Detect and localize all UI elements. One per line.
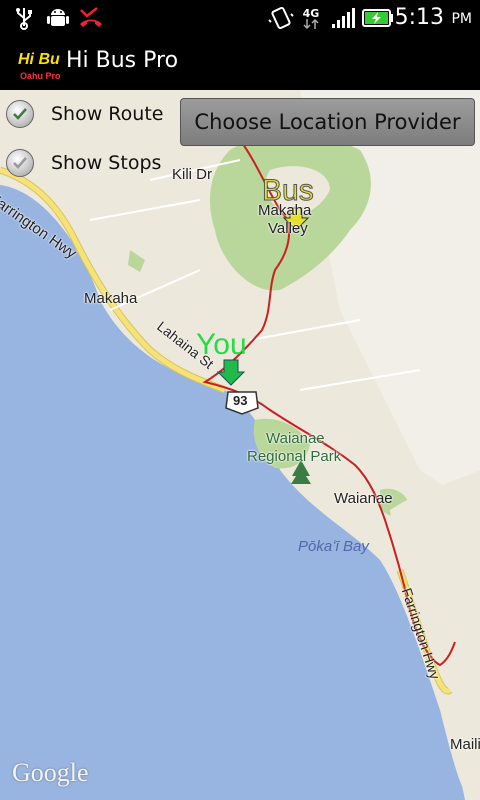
map-label-maili: Maili: [450, 736, 480, 753]
network-type-label: 4G: [302, 6, 320, 20]
show-route-checkbox[interactable]: [6, 100, 34, 128]
app-title: Hi Bus Pro: [66, 48, 179, 73]
svg-text:Hi Bus: Hi Bus: [18, 51, 60, 68]
android-debug-icon: [46, 6, 70, 30]
show-stops-checkbox[interactable]: [6, 149, 34, 177]
usb-icon: [12, 6, 36, 30]
you-marker-label[interactable]: You: [196, 328, 247, 362]
map-label-makaha-valley-line2: Valley: [268, 220, 308, 237]
show-route-toggle[interactable]: Show Route: [6, 100, 163, 128]
map-label-route-93: 93: [233, 393, 248, 408]
vibrate-icon: [268, 6, 294, 30]
map-label-waianae-park-line2: Regional Park: [247, 448, 342, 465]
clock-ampm: PM: [451, 11, 472, 27]
map-label-makaha: Makaha: [84, 290, 138, 307]
map-label-pokai-bay: Pōkaʻī Bay: [298, 538, 369, 555]
clock-time: 5:13: [394, 5, 444, 30]
svg-text:Oahu Pro: Oahu Pro: [20, 71, 60, 81]
signal-icon: [330, 6, 356, 30]
checkmark-icon: [13, 157, 27, 169]
map-label-waianae: Waianae: [334, 490, 393, 507]
show-stops-toggle[interactable]: Show Stops: [6, 149, 161, 177]
map-label-waianae-park-line1: Waianae: [266, 430, 325, 447]
choose-location-provider-button[interactable]: Choose Location Provider: [180, 98, 475, 146]
status-bar: 4G 5:13 PM: [0, 0, 480, 36]
show-stops-label: Show Stops: [51, 152, 162, 174]
map-label-kili-dr: Kili Dr: [172, 166, 212, 183]
network-4g-icon: 4G: [298, 6, 324, 30]
app-title-bar: Hi Bus Oahu Pro Hi Bus Pro: [0, 36, 480, 92]
missed-call-icon: [78, 6, 104, 30]
app-logo: Hi Bus Oahu Pro: [12, 42, 69, 84]
checkmark-icon: [13, 108, 27, 120]
battery-charging-icon: [362, 6, 394, 30]
map-canvas: [0, 90, 480, 800]
google-attribution: Google: [12, 758, 89, 787]
map-view[interactable]: Kili Dr Farrington Hwy Makaha Valley Mak…: [0, 90, 480, 800]
show-route-label: Show Route: [51, 103, 164, 125]
bus-marker-label[interactable]: Bus: [262, 174, 315, 208]
